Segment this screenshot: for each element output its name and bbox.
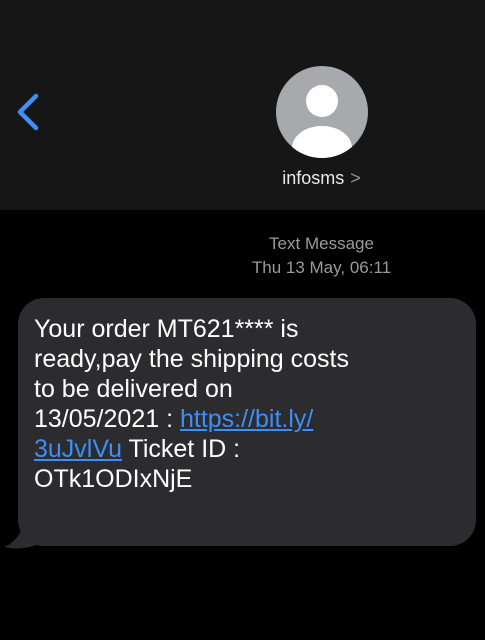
conversation-header: infosms > <box>0 0 485 210</box>
message-timestamp: Thu 13 May, 06:11 <box>251 258 392 277</box>
message-date-text: 13/05/2021 : <box>34 405 180 433</box>
message-line: to be delivered on <box>34 375 233 403</box>
ticket-id: OTk1ODIxNjE <box>34 465 193 493</box>
contact-avatar[interactable] <box>276 66 368 158</box>
message-bubble[interactable]: Your order MT621**** is ready,pay the sh… <box>18 298 476 546</box>
message-line: 13/05/2021 : https://bit.ly/ <box>34 404 456 434</box>
message-line: ready,pay the shipping costs <box>34 345 350 373</box>
ticket-label: Ticket ID : <box>122 435 241 463</box>
contact-name-button[interactable]: infosms > <box>0 168 485 189</box>
message-link-part1[interactable]: https://bit.ly/ <box>180 405 313 433</box>
message-link-part2[interactable]: 3uJvlVu <box>34 435 122 463</box>
message-kind-label: Text Message <box>269 234 374 253</box>
back-button[interactable] <box>8 88 48 136</box>
contact-name: infosms <box>282 168 345 188</box>
message-line: 3uJvlVu Ticket ID : <box>34 434 456 464</box>
chevron-left-icon <box>17 93 39 131</box>
message-line: Your order MT621**** is <box>34 315 299 343</box>
chevron-right-icon: > <box>350 168 361 188</box>
person-icon <box>292 85 352 158</box>
